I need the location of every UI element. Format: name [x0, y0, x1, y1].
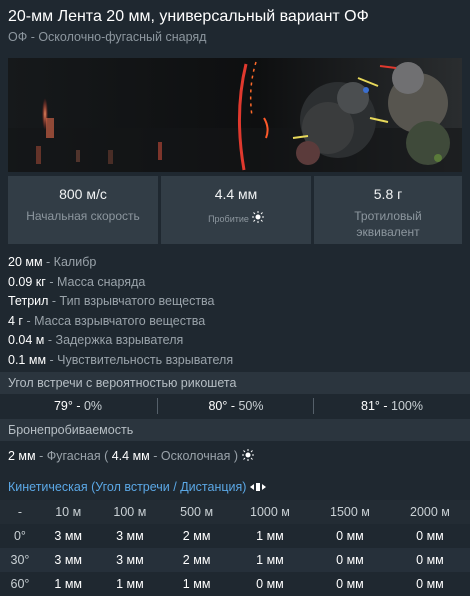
property-fuse-delay: 0.04 м - Задержка взрывателя [8, 333, 184, 347]
table-cell: 0 мм [256, 577, 284, 591]
shell-properties-list: 20 мм - Калибр 0.09 кг - Масса снаряда Т… [8, 253, 233, 370]
table-cell: 0 мм [309, 548, 390, 572]
table-cell: 3 мм [96, 548, 164, 572]
stat-penetration: 4.4 мм Пробитие [161, 176, 311, 244]
table-header: 100 м [96, 500, 164, 524]
ricochet-row: 79° - 0% 80° - 50% 81° - 100% [0, 395, 470, 417]
property-explosive-type: Тетрил - Тип взрывчатого вещества [8, 294, 215, 308]
property-shell-mass: 0.09 кг - Масса снаряда [8, 274, 146, 289]
table-cell: 3 мм [116, 529, 144, 543]
ricochet-cell: 80° - 50% [208, 399, 264, 413]
table-cell: 0 мм [336, 529, 364, 543]
penetration-line: 2 мм - Фугасная ( 4.4 мм - Осколочная ) [8, 446, 254, 467]
explosion-icon [251, 211, 264, 228]
table-cell: 1 мм [256, 529, 284, 543]
table-cell: 0 мм [416, 529, 444, 543]
table-cell: 1 мм [182, 577, 211, 591]
stat-value: 5.8 г [373, 186, 403, 202]
table-cell: 3 мм [54, 529, 83, 543]
shell-subtitle: ОФ - Осколочно-фугасный снаряд [8, 30, 207, 44]
stat-label: Начальная скорость [26, 209, 140, 223]
table-cell: 1 мм [116, 577, 144, 591]
shell-info-panel: { "header": { "title": "20-мм Лента 20 м… [0, 0, 470, 596]
stat-muzzle-velocity: 800 м/с Начальная скорость [8, 176, 158, 244]
table-header: 10 м [39, 500, 97, 524]
table-header: 1500 м [309, 500, 390, 524]
shell-preview-image [8, 58, 462, 172]
stat-label: Тротиловый эквивалент [354, 209, 422, 239]
stat-value: 4.4 мм [214, 186, 258, 202]
table-row: 60° 1 мм 1 мм 1 мм 0 мм 0 мм 0 мм [0, 572, 470, 596]
table-cell: 0 мм [389, 548, 470, 572]
table-cell: 0 мм [336, 577, 364, 591]
penetration-section-header: Бронепробиваемость [0, 419, 470, 441]
ricochet-section-header: Угол встречи с вероятностью рикошета [0, 372, 470, 394]
explosion-icon [241, 447, 254, 467]
row-angle: 30° [0, 548, 40, 572]
shell-hit-render [8, 58, 462, 172]
kinetic-penetration-table: - 10 м 100 м 500 м 1000 м 1500 м 2000 м … [0, 500, 470, 596]
stat-value: 800 м/с [59, 186, 107, 202]
table-row: 30° 3 мм 3 мм 2 мм 1 мм 0 мм 0 мм [0, 548, 470, 572]
table-row: 0° 3 мм 3 мм 2 мм 1 мм 0 мм 0 мм [0, 524, 470, 548]
property-explosive-mass: 4 г - Масса взрывчатого вещества [8, 313, 206, 328]
table-header: 2000 м [389, 500, 470, 524]
table-header-row: - 10 м 100 м 500 м 1000 м 1500 м 2000 м [0, 500, 470, 524]
stat-label-row: Пробитие [161, 211, 311, 228]
ricochet-cell: 79° - 0% [53, 399, 103, 413]
ricochet-cell: 81° - 100% [361, 399, 423, 413]
table-cell: 0 мм [416, 577, 444, 591]
shell-title: 20-мм Лента 20 мм, универсальный вариант… [8, 8, 369, 25]
row-angle: 0° [13, 529, 26, 543]
row-angle: 60° [10, 577, 30, 591]
kinetic-title: Кинетическая (Угол встречи / Дистанция) [8, 478, 267, 497]
distance-arrows-icon [250, 479, 267, 497]
table-cell: 2 мм [182, 529, 211, 543]
property-fuse-sensitivity: 0.1 мм - Чувствительность взрывателя [8, 352, 234, 367]
table-cell: 2 мм [163, 548, 230, 572]
stat-label: Пробитие [208, 214, 249, 224]
stat-tnt-equivalent: 5.8 г Тротиловый эквивалент [314, 176, 462, 244]
table-cell: 1 мм [229, 548, 310, 572]
table-cell: 3 мм [39, 548, 97, 572]
table-cell: 1 мм [54, 577, 83, 591]
stats-row: 800 м/с Начальная скорость 4.4 мм Пробит… [8, 176, 462, 246]
table-header: - [0, 500, 40, 524]
table-header: 500 м [163, 500, 230, 524]
table-header: 1000 м [229, 500, 310, 524]
property-caliber: 20 мм - Калибр [8, 255, 97, 269]
